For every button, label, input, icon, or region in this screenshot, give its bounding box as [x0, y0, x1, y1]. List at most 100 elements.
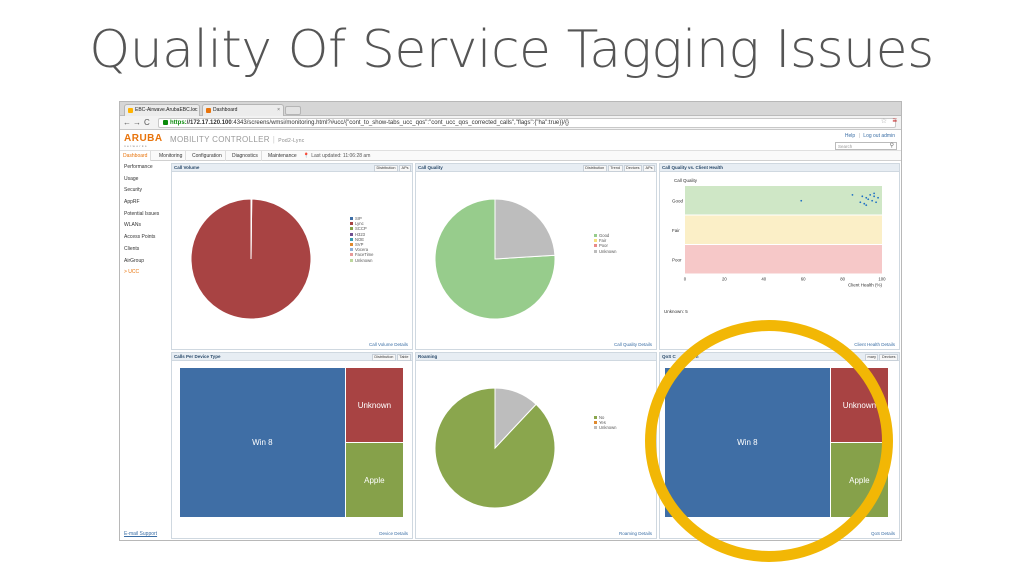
airwave-favicon-icon: [128, 108, 133, 113]
aruba-favicon-icon: [206, 108, 211, 113]
sidebar-item-airgroup[interactable]: AirGroup: [120, 256, 170, 268]
browser-window: EBC-Airwave.ArubaEBC.loc × Dashboard × ←…: [119, 101, 902, 541]
quality-vs-health-panel: Call Quality vs. Client Health Call Qual…: [659, 163, 900, 350]
sidebar-item-usage[interactable]: Usage: [120, 174, 170, 186]
x-tick-label: 100: [878, 277, 886, 282]
help-link[interactable]: Help: [845, 133, 855, 139]
tab-devices[interactable]: Devices: [623, 165, 643, 172]
roaming-details-link[interactable]: Roaming Details: [619, 531, 652, 536]
sidebar-item-apprf[interactable]: AppRF: [120, 197, 170, 209]
logout-link[interactable]: Log out admin: [863, 133, 895, 139]
reload-icon[interactable]: C: [144, 117, 150, 128]
legend-label: Unknown: [355, 257, 373, 263]
treemap-cell-unknown[interactable]: Unknown: [345, 368, 403, 442]
tab-dashboard[interactable]: Dashboard: [120, 151, 152, 161]
sidebar-item-ucc[interactable]: > UCC: [120, 267, 170, 279]
treemap-cell-unknown[interactable]: Unknown: [830, 368, 888, 442]
tab-distribution[interactable]: Distribution: [371, 354, 396, 361]
band-poor: [685, 245, 882, 274]
treemap-cell-win-8[interactable]: Win 8: [180, 368, 345, 517]
tab-summary[interactable]: mary: [865, 354, 879, 361]
email-support-link[interactable]: E-mail Support: [124, 531, 157, 537]
panel-title: Call Quality: [418, 165, 443, 170]
treemap-cell-apple[interactable]: Apple: [345, 443, 403, 517]
scatter-point[interactable]: [869, 193, 872, 196]
device-details-link[interactable]: Device Details: [379, 531, 408, 536]
qos-details-link[interactable]: QoS Details: [871, 531, 895, 536]
roaming-panel: Roaming No Yes Unknown Roaming Details: [415, 352, 657, 539]
roaming-pie: [434, 387, 556, 509]
tab-table[interactable]: Table: [396, 354, 411, 361]
legend-swatch: [350, 232, 353, 236]
legend-item[interactable]: Unknown: [350, 258, 373, 263]
tab-aps[interactable]: APs: [399, 165, 411, 172]
tab-aps[interactable]: APs: [643, 165, 655, 172]
scatter-point[interactable]: [873, 195, 876, 198]
call-quality-details-link[interactable]: Call Quality Details: [614, 342, 652, 347]
browser-tab-airwave[interactable]: EBC-Airwave.ArubaEBC.loc ×: [124, 104, 200, 116]
browser-menu-icon[interactable]: ≡: [892, 116, 897, 125]
y-axis-label: Call Quality: [674, 178, 698, 183]
new-tab-button[interactable]: [285, 106, 301, 115]
scatter-point[interactable]: [861, 195, 864, 198]
scatter-point[interactable]: [863, 202, 866, 205]
treemap-cell-apple[interactable]: Apple: [830, 443, 888, 517]
search-icon[interactable]: ⚲: [890, 143, 894, 150]
tab-distribution[interactable]: Distribution: [374, 165, 399, 172]
call-volume-pie: [190, 198, 312, 320]
scatter-point[interactable]: [851, 193, 854, 196]
url-path: :4343/screens/wmsi/monitoring.html?#ucc/…: [231, 120, 569, 126]
legend-item[interactable]: Unknown: [594, 249, 616, 254]
client-health-details-link[interactable]: Client Health Details: [854, 342, 895, 347]
sidebar-item-performance[interactable]: Performance: [120, 162, 170, 174]
search-input[interactable]: Search ⚲: [835, 142, 897, 150]
scatter-point[interactable]: [871, 199, 874, 202]
tab-maintenance[interactable]: Maintenance: [265, 151, 300, 161]
scatter-point[interactable]: [873, 192, 876, 195]
tab-trend[interactable]: Trend: [607, 165, 623, 172]
scatter-point[interactable]: [875, 201, 877, 204]
scatter-point[interactable]: [867, 198, 870, 201]
lock-icon: [163, 119, 168, 125]
tab-diagnostics[interactable]: Diagnostics: [229, 151, 262, 161]
tab-monitoring[interactable]: Monitoring: [156, 151, 187, 161]
legend-item[interactable]: Unknown: [594, 425, 616, 430]
panel-title: Call Quality vs. Client Health: [662, 165, 724, 170]
scatter-point[interactable]: [859, 201, 862, 204]
tab-distribution[interactable]: Distribution: [582, 165, 607, 172]
band-label: Poor: [672, 257, 682, 262]
call-quality-legend: Good Fair Poor Unknown: [594, 233, 616, 254]
close-icon[interactable]: ×: [193, 105, 196, 116]
sidebar-item-security[interactable]: Security: [120, 185, 170, 197]
browser-tab-dashboard[interactable]: Dashboard ×: [202, 104, 284, 116]
scatter-point[interactable]: [800, 199, 803, 202]
legend-swatch: [594, 239, 597, 243]
browser-tab-label: Dashboard: [213, 107, 238, 113]
slide-title: Quality Of Service Tagging Issues: [89, 20, 934, 80]
tab-configuration[interactable]: Configuration: [189, 151, 226, 161]
legend-label: Unknown: [599, 425, 617, 431]
treemap-cell-win-8[interactable]: Win 8: [665, 368, 830, 517]
sidebar-item-wlans[interactable]: WLANs: [120, 220, 170, 232]
divider: |: [858, 133, 860, 139]
call-volume-details-link[interactable]: Call Volume Details: [369, 342, 408, 347]
back-arrow-icon[interactable]: ←: [123, 117, 131, 128]
legend-swatch: [594, 426, 597, 430]
close-icon[interactable]: ×: [277, 105, 280, 116]
url-input[interactable]: https://172.17.120.100:4343/screens/wmsi…: [158, 118, 896, 128]
scatter-point[interactable]: [865, 204, 868, 207]
scatter-point[interactable]: [865, 196, 868, 199]
x-tick-label: 40: [761, 277, 766, 282]
sidebar-item-potential-issues[interactable]: Potential Issues: [120, 209, 170, 221]
forward-arrow-icon[interactable]: →: [133, 117, 141, 128]
panel-header: Calls Per Device Type Distribution Table: [172, 353, 412, 361]
scatter-point[interactable]: [877, 196, 879, 199]
legend-label: Unknown: [599, 248, 617, 254]
bookmark-star-icon[interactable]: ☆: [881, 117, 887, 125]
sidebar-item-access-points[interactable]: Access Points: [120, 232, 170, 244]
pie-slice-unknown[interactable]: [494, 198, 556, 260]
aruba-logo: ARUBA: [124, 133, 163, 144]
sidebar-item-clients[interactable]: Clients: [120, 244, 170, 256]
legend-swatch: [350, 243, 353, 247]
tab-devices[interactable]: Devices: [879, 354, 898, 361]
